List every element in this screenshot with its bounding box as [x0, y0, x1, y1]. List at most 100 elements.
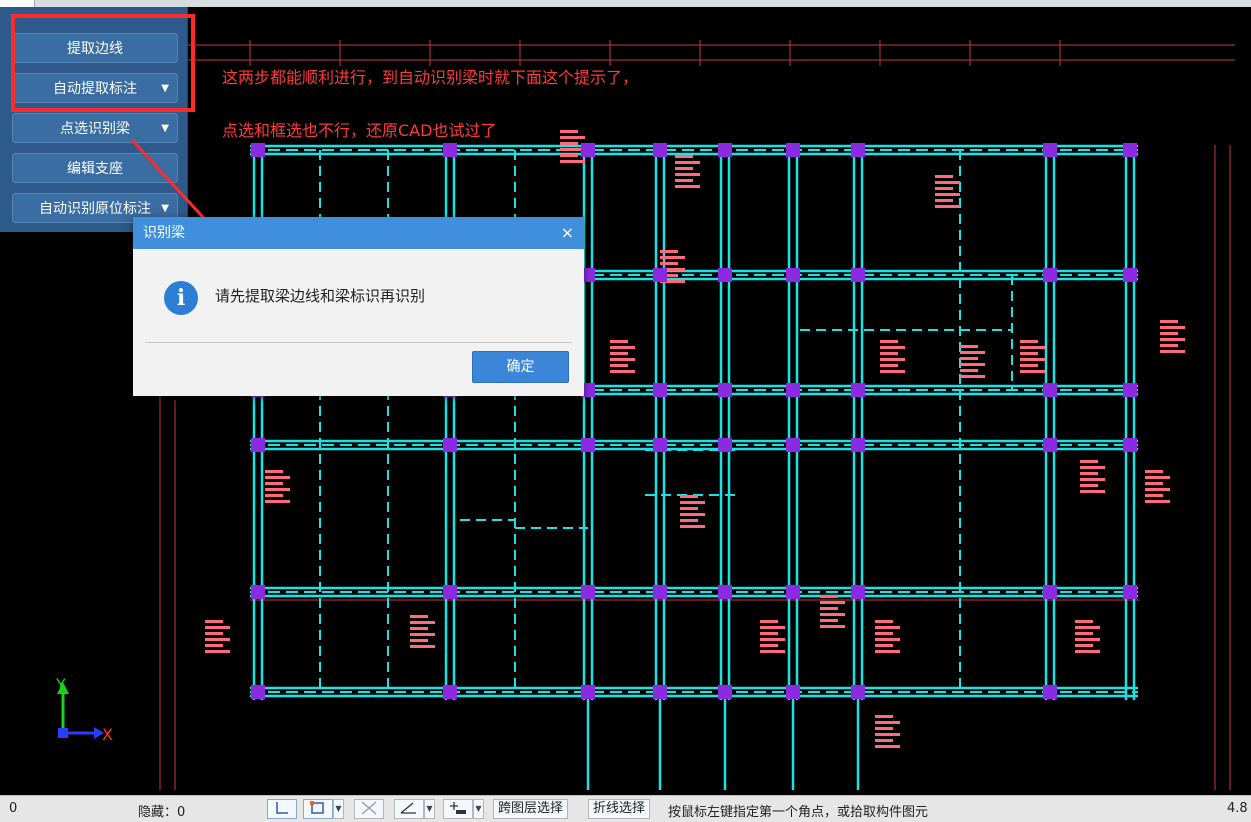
label-mark [875, 650, 900, 653]
column [653, 438, 667, 452]
label-mark [875, 626, 900, 629]
label-mark [1020, 358, 1045, 361]
column [786, 383, 800, 397]
label-mark [265, 476, 290, 479]
label-mark [1075, 650, 1100, 653]
label-mark [410, 627, 428, 630]
label-mark [935, 205, 960, 208]
label-mark [880, 358, 905, 361]
column [251, 438, 265, 452]
close-icon[interactable]: × [561, 217, 574, 249]
label-mark [880, 346, 905, 349]
dialog-message: 请先提取梁边线和梁标识再识别 [215, 287, 426, 305]
dialog-title-bar[interactable]: 识别梁 × [133, 217, 584, 249]
column [718, 383, 732, 397]
column [1043, 438, 1057, 452]
column [1123, 438, 1137, 452]
label-mark [610, 364, 628, 367]
label-mark [675, 167, 693, 170]
label-mark [880, 370, 905, 373]
label-mark [675, 161, 700, 164]
info-icon: i [164, 281, 198, 315]
label-mark [880, 352, 898, 355]
label-mark [265, 494, 283, 497]
annotation-text-line1: 这两步都能顺利进行，到自动识别梁时就下面这个提示了， [222, 68, 639, 87]
chevron-down-icon[interactable]: ▼ [161, 114, 169, 144]
label-mark [875, 745, 900, 748]
column [1043, 383, 1057, 397]
column [851, 143, 865, 157]
label-mark [1020, 352, 1038, 355]
column [718, 438, 732, 452]
polyline-select-button[interactable]: 折线选择 [588, 799, 651, 819]
label-mark [205, 620, 223, 623]
label-mark [880, 340, 898, 343]
label-mark [820, 607, 838, 610]
insert-icon[interactable] [443, 799, 473, 819]
label-mark [1160, 326, 1185, 329]
column [1043, 268, 1057, 282]
label-mark [610, 346, 635, 349]
angle-icon[interactable] [394, 799, 424, 819]
label-mark [875, 715, 893, 718]
annotation-text-line2: 点选和框选也不行，还原CAD也试过了 [222, 121, 497, 140]
label-mark [660, 256, 685, 259]
label-mark [1080, 478, 1105, 481]
label-mark [1160, 344, 1178, 347]
label-mark [680, 507, 698, 510]
label-mark [960, 363, 985, 366]
label-mark [1075, 620, 1093, 623]
pick-identify-beam-label: 点选识别梁 [60, 121, 130, 137]
column [251, 143, 265, 157]
axis-x-label: X [102, 725, 113, 744]
ortho-icon[interactable] [267, 799, 297, 819]
axis-y-label: Y [55, 675, 66, 694]
label-mark [680, 495, 698, 498]
highlight-box [11, 14, 195, 112]
column [443, 438, 457, 452]
column [653, 143, 667, 157]
column [786, 143, 800, 157]
label-mark [935, 193, 960, 196]
label-mark [1080, 472, 1098, 475]
label-mark [1145, 470, 1163, 473]
label-mark [265, 482, 283, 485]
label-mark [960, 357, 978, 360]
label-mark [660, 250, 678, 253]
label-mark [205, 626, 230, 629]
cross-layer-select-button[interactable]: 跨图层选择 [493, 799, 569, 819]
edit-support-button[interactable]: 编辑支座 [12, 153, 178, 183]
label-mark [410, 639, 428, 642]
top-strip-cell[interactable] [0, 0, 35, 7]
chevron-down-icon[interactable]: ▼ [333, 799, 344, 819]
column [653, 685, 667, 699]
snap-box-icon[interactable] [303, 799, 333, 819]
label-mark [610, 370, 635, 373]
column [851, 438, 865, 452]
label-mark [875, 721, 900, 724]
column [581, 585, 595, 599]
label-mark [265, 470, 283, 473]
label-mark [560, 154, 578, 157]
chevron-down-icon[interactable]: ▼ [473, 799, 484, 819]
label-mark [410, 645, 435, 648]
column [786, 438, 800, 452]
label-mark [675, 173, 700, 176]
label-mark [675, 185, 700, 188]
column [581, 438, 595, 452]
label-mark [265, 500, 290, 503]
ok-button[interactable]: 确定 [472, 351, 569, 383]
label-mark [610, 340, 628, 343]
label-mark [205, 650, 230, 653]
label-mark [935, 175, 953, 178]
chevron-down-icon[interactable]: ▼ [424, 799, 435, 819]
column [718, 268, 732, 282]
cross-icon[interactable] [354, 799, 384, 819]
label-mark [1020, 370, 1045, 373]
label-mark [1020, 340, 1038, 343]
pick-identify-beam-button[interactable]: 点选识别梁 ▼ [12, 113, 178, 143]
label-mark [875, 727, 893, 730]
label-mark [410, 621, 435, 624]
label-mark [1160, 332, 1178, 335]
label-mark [680, 513, 705, 516]
